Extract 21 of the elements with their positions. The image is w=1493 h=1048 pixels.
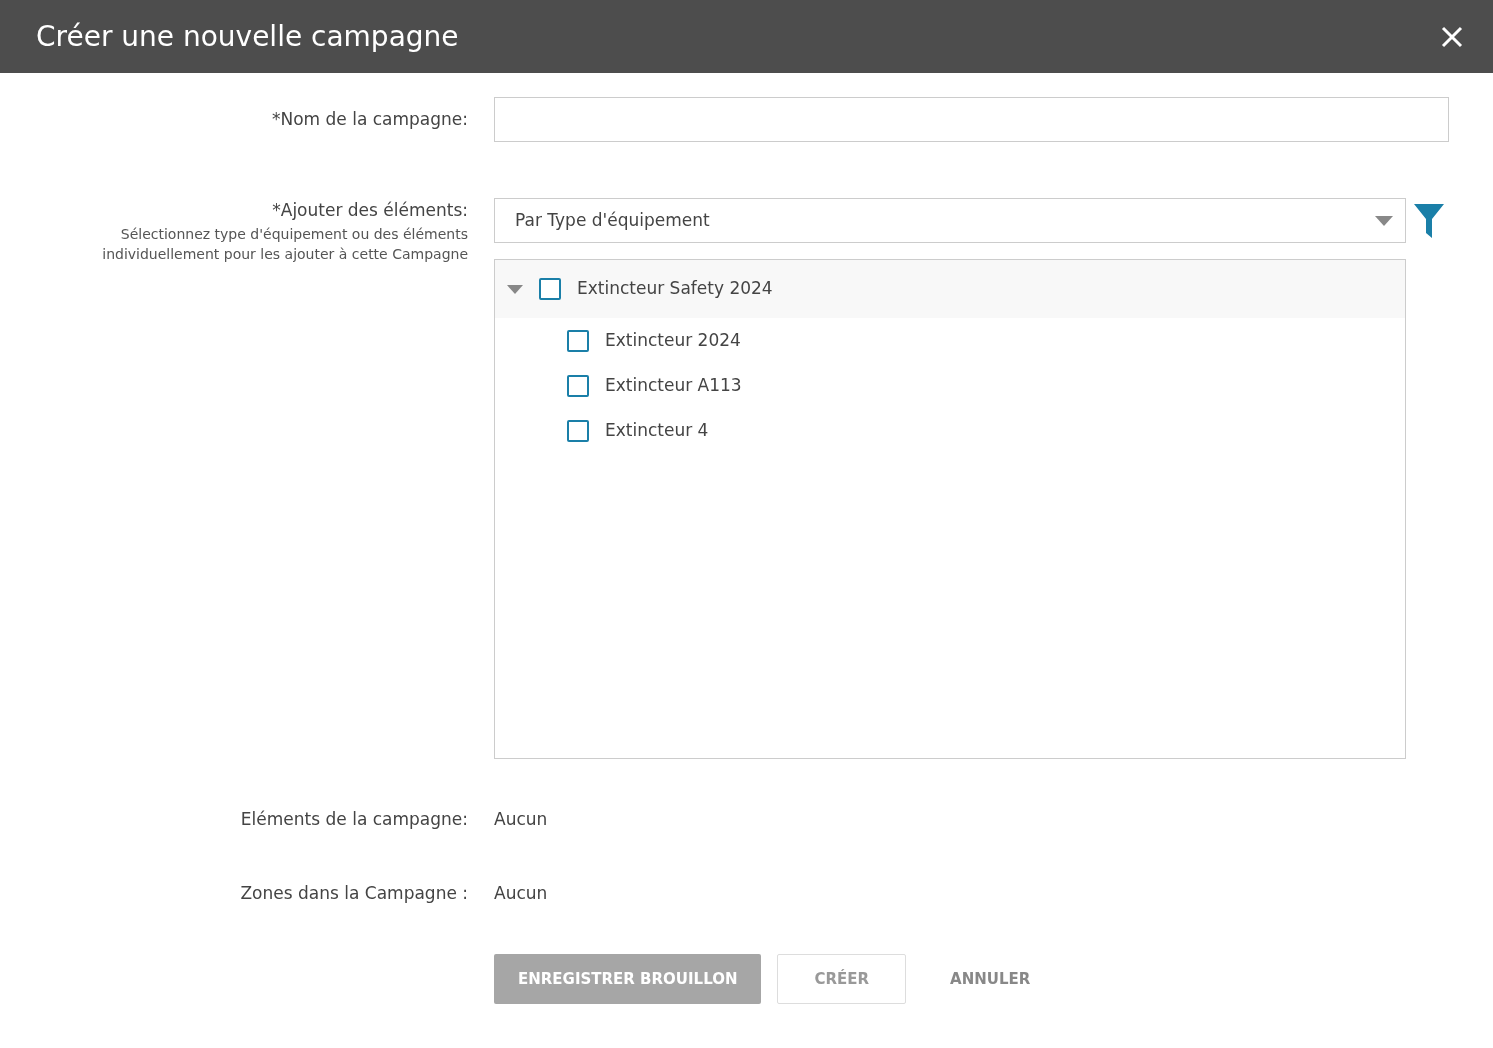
campaign-name-field[interactable] [494,97,1449,142]
checkbox[interactable] [539,278,561,300]
filter-icon[interactable] [1414,203,1444,238]
checkbox[interactable] [567,419,589,442]
hint-text: Sélectionnez type d'équipement ou des éléments individuellement pour les ajouter à cette Campagne [101,224,468,264]
tree-item-label: Extincteur Safety 2024 [577,277,773,301]
summary-label: Eléments de la campagne: [239,808,468,831]
summary-value: Aucun [494,808,549,831]
summary-value: Aucun [494,881,549,905]
action-button[interactable]: ANNULER [922,954,1059,1004]
tree-item-label: Extincteur 4 [605,418,709,442]
checkbox[interactable] [567,374,589,397]
type-dropdown[interactable]: Par Type d'équipement [494,198,1406,243]
field-label: *Ajouter des éléments: [271,199,468,222]
summary-label: Zones dans la Campagne : [239,881,468,905]
dialog-title: Créer une nouvelle campagne [36,19,459,54]
caret-icon [1375,215,1393,226]
tree-item-label: Extincteur 2024 [605,328,741,352]
tree-item-label: Extincteur A113 [605,373,742,397]
field-label: *Nom de la campagne: [270,107,468,131]
checkbox[interactable] [567,329,589,352]
